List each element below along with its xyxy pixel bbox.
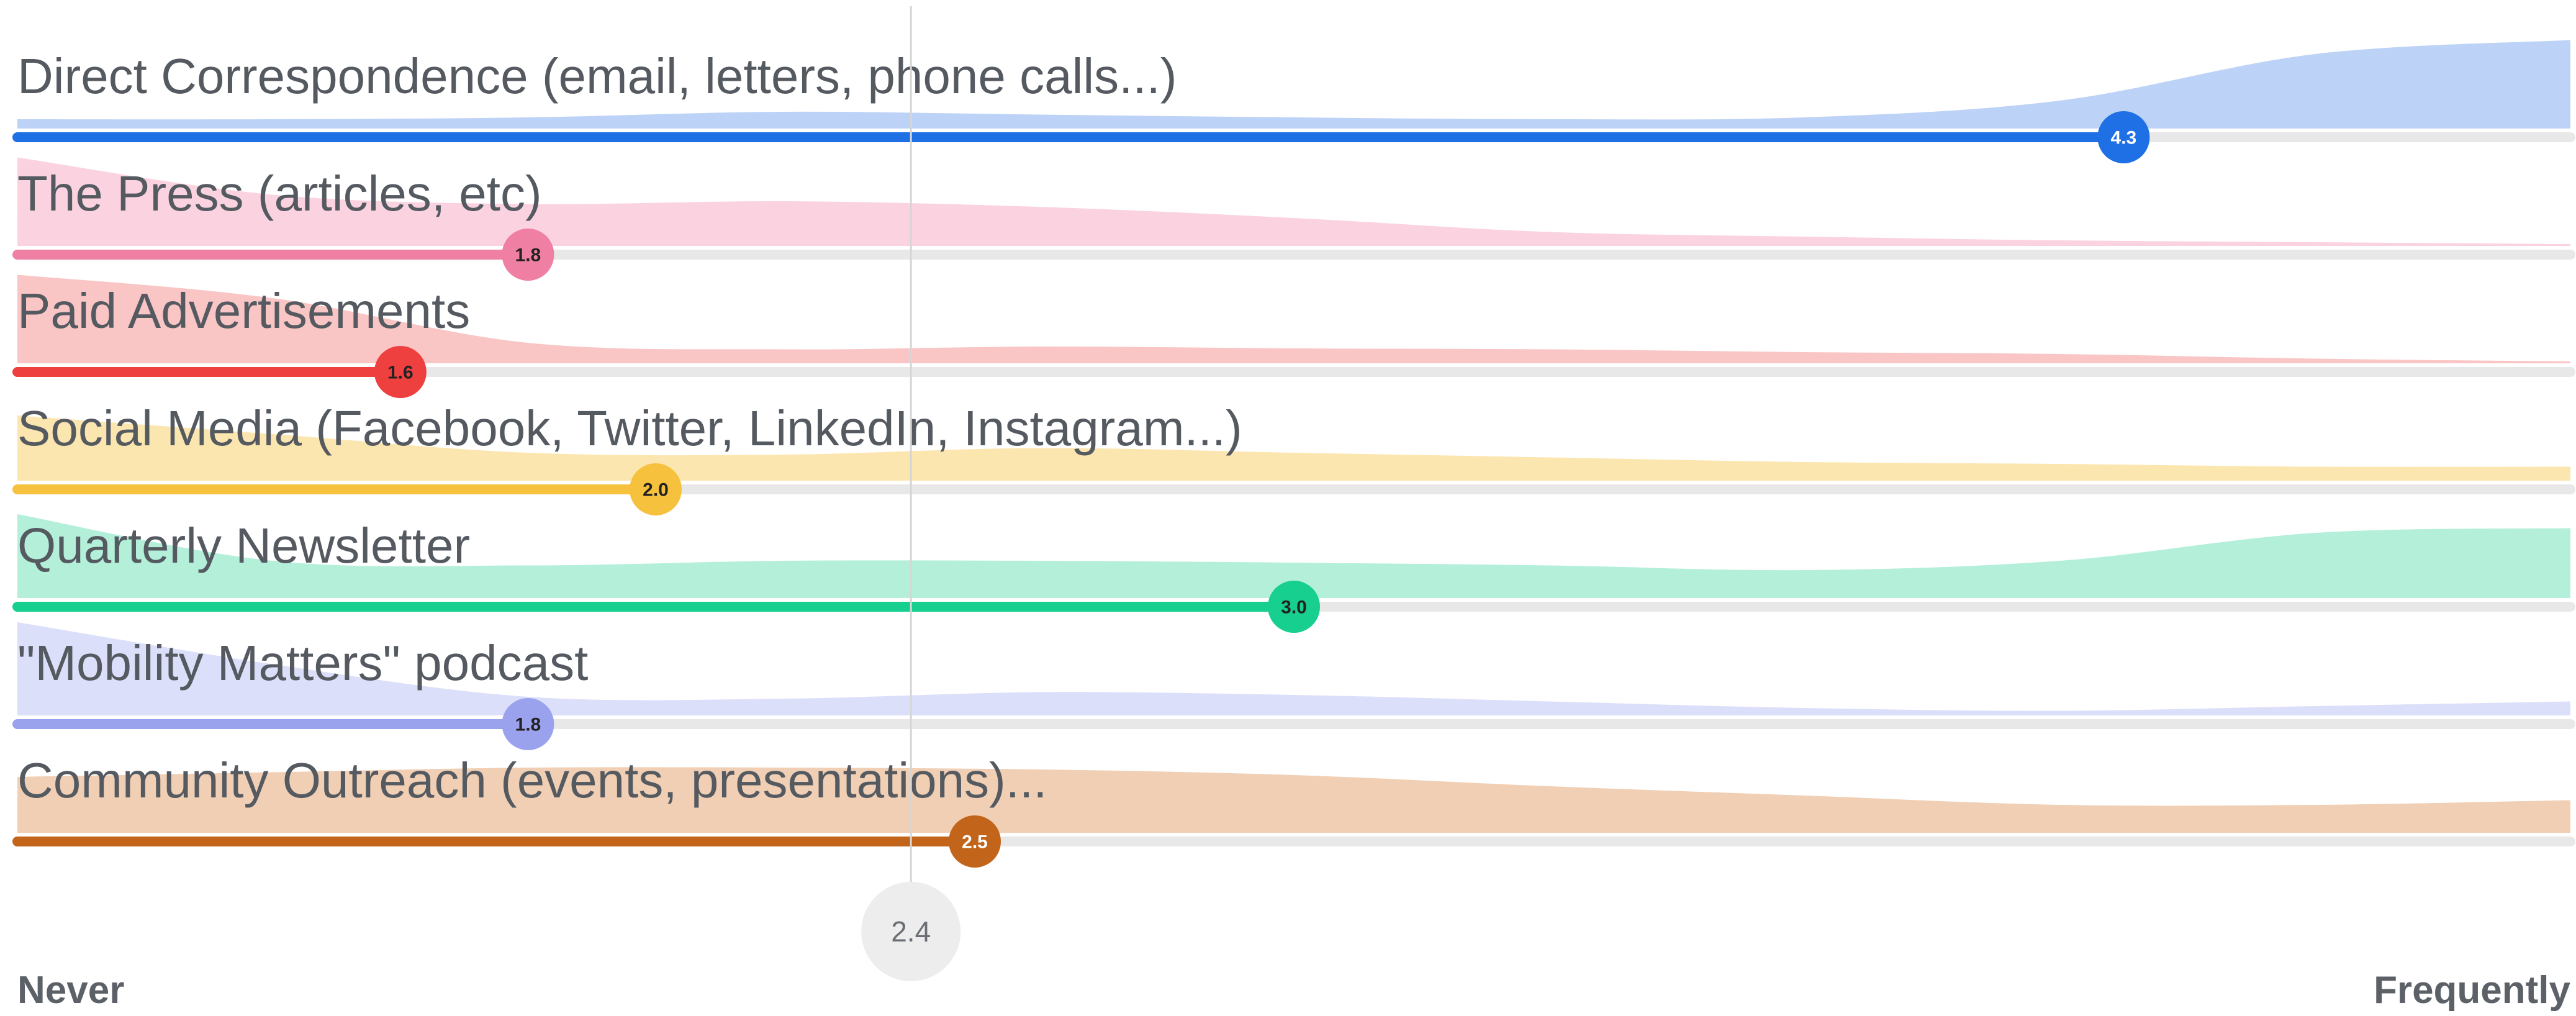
value-label: 4.3	[2111, 128, 2137, 148]
row-label: Social Media (Facebook, Twitter, LinkedI…	[17, 401, 1242, 456]
frequency-chart: Direct Correspondence (email, letters, p…	[12, 6, 2575, 1012]
row-label: Community Outreach (events, presentation…	[17, 753, 1047, 808]
value-label: 2.5	[962, 832, 988, 853]
value-label: 1.8	[515, 245, 541, 266]
row-label: "Mobility Matters" podcast	[17, 635, 588, 691]
overall-average-label: 2.4	[891, 915, 931, 948]
row-label: The Press (articles, etc)	[17, 166, 542, 221]
row-label: Paid Advertisements	[17, 283, 470, 338]
value-label: 3.0	[1281, 597, 1307, 618]
value-label: 1.6	[387, 363, 414, 383]
axis-max-label: Frequently	[2374, 969, 2570, 1012]
row-label: Direct Correspondence (email, letters, p…	[17, 48, 1177, 104]
axis-min-label: Never	[17, 969, 124, 1012]
value-label: 2.0	[643, 480, 669, 501]
value-label: 1.8	[515, 715, 541, 735]
row-label: Quarterly Newsletter	[17, 518, 470, 573]
